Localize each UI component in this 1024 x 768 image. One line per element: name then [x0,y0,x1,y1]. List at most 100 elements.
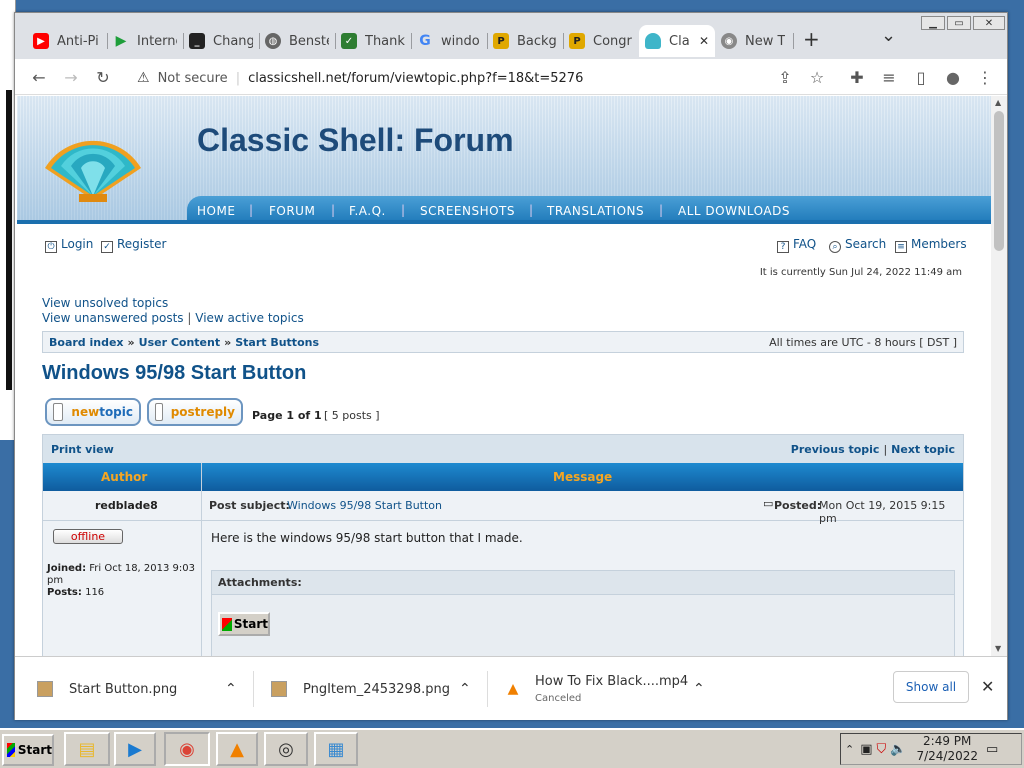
view-unanswered-link[interactable]: View unanswered posts [42,311,184,325]
side-panel-icon[interactable]: ▯ [909,65,933,89]
post-body: Here is the windows 95/98 start button t… [211,531,523,545]
scrollbar-thumb[interactable] [994,111,1004,251]
media-icon[interactable]: ≡ [877,65,901,89]
previous-topic-link[interactable]: Previous topic [791,443,880,456]
nav-home[interactable]: HOME [197,204,235,218]
post-header-row: redblade8 Post subject: Windows 95/98 St… [43,491,963,525]
download-item[interactable]: ▲ How To Fix Black....mp4 Canceled ⌃ [505,657,715,721]
topic-title[interactable]: Windows 95/98 Start Button [42,362,306,385]
scroll-down-icon[interactable]: ▼ [995,644,1001,653]
link-separator: | [187,311,192,325]
view-links-row: View unanswered posts | View active topi… [42,311,304,325]
col-message: Message [553,470,613,484]
file-manager-icon[interactable]: ▤ [64,732,110,766]
login-link[interactable]: ⏻ Login [45,237,93,253]
tab-0[interactable]: ▶ Anti-Pi [27,25,107,57]
nav-faq[interactable]: F.A.Q. [349,204,386,218]
nav-all-downloads[interactable]: ALL DOWNLOADS [678,204,790,218]
close-tab-icon[interactable]: ✕ [699,34,709,48]
breadcrumb-user-content[interactable]: User Content [139,336,220,349]
chevron-up-icon[interactable]: ⌃ [693,681,705,697]
tab-9[interactable]: ◉ New T [715,25,793,57]
nav-separator: | [529,203,534,217]
menu-icon[interactable]: ⋮ [973,65,997,89]
notifications-icon[interactable]: ▭ [986,742,998,757]
back-icon[interactable]: ← [27,65,51,89]
chevron-up-icon[interactable]: ⌃ [225,681,237,697]
nav-screenshots[interactable]: SCREENSHOTS [420,204,515,218]
start-button[interactable]: Start [2,734,54,766]
control-panel-taskbar-icon[interactable]: ▦ [314,732,358,766]
url-text[interactable]: classicshell.net/forum/viewtopic.php?f=1… [248,71,583,86]
maximize-icon[interactable]: ▭ [947,16,971,30]
nav-separator: | [659,203,664,217]
col-author: Author [101,470,148,484]
vlc-taskbar-icon[interactable]: ▲ [216,732,258,766]
media-player-icon[interactable]: ▶ [114,732,156,766]
page-scrollbar[interactable]: ▲ ▼ [991,96,1007,656]
tab-3[interactable]: ◍Benste [259,25,335,57]
address-bar[interactable]: ⚠ Not secure | classicshell.net/forum/vi… [131,64,859,92]
faq-link[interactable]: ? FAQ [777,237,816,253]
post-icon: ▭ [763,497,774,510]
tab-2[interactable]: _ Chang [183,25,259,57]
chrome-taskbar-icon[interactable]: ◉ [164,732,210,766]
bookmark-star-icon[interactable]: ☆ [805,65,829,89]
browser-toolbar: ← → ↻ ⚠ Not secure | classicshell.net/fo… [15,59,1007,95]
security-icon[interactable]: ⛉ [877,742,887,757]
tab-active-classic-shell[interactable]: Cla ✕ [639,25,715,57]
post-reply-button[interactable]: post reply [147,398,243,426]
register-link[interactable]: ✓ Register [101,237,166,253]
search-link[interactable]: ⌕ Search [829,237,886,253]
close-shelf-icon[interactable]: ✕ [981,677,994,696]
nav-separator: | [249,203,254,217]
tab-5[interactable]: Gwindo [411,25,487,57]
forward-icon[interactable]: → [59,65,83,89]
members-link[interactable]: ≡ Members [895,237,967,253]
share-icon[interactable]: ⇪ [773,65,797,89]
view-unsolved-link[interactable]: View unsolved topics [42,296,168,310]
tab-6[interactable]: P Backg [487,25,563,57]
chevron-up-icon[interactable]: ⌃ [459,681,471,697]
post-author[interactable]: redblade8 [95,499,158,512]
new-tab-button[interactable]: + [803,27,820,51]
post-subject[interactable]: Windows 95/98 Start Button [287,499,442,512]
nav-separator: | [401,203,406,217]
new-topic-button[interactable]: new topic [45,398,141,426]
extensions-icon[interactable]: ✚ [845,65,869,89]
reload-icon[interactable]: ↻ [91,65,115,89]
recorder-taskbar-icon[interactable]: ◎ [264,732,308,766]
attachment-start-button-image[interactable]: Start [218,612,270,636]
joined-label: Joined: [47,563,87,574]
next-topic-link[interactable]: Next topic [891,443,955,456]
png-icon: P [569,33,585,49]
site-title: Classic Shell: Forum [197,122,514,158]
show-all-button[interactable]: Show all [893,671,969,703]
post-subject-label: Post subject: [209,499,290,512]
volume-icon[interactable]: 🔈 [890,742,906,757]
system-tray: ⌃ ▣ ⛉ 🔈 2:49 PM 7/24/2022 ▭ [840,733,1022,765]
close-window-icon[interactable]: ✕ [973,16,1005,30]
tab-7[interactable]: P Congr [563,25,639,57]
chevron-up-icon[interactable]: ⌃ [845,743,854,756]
scroll-up-icon[interactable]: ▲ [995,98,1001,107]
download-item[interactable]: PngItem_2453298.png ⌃ [271,657,481,721]
breadcrumb-start-buttons[interactable]: Start Buttons [235,336,319,349]
tab-4[interactable]: ✓ Thank [335,25,411,57]
print-view-link[interactable]: Print view [51,443,114,456]
download-item[interactable]: Start Button.png ⌃ [37,657,247,721]
classic-shell-logo [45,140,141,202]
current-time: It is currently Sun Jul 24, 2022 11:49 a… [759,267,962,278]
nav-forum[interactable]: FORUM [269,204,315,218]
tab-search-button[interactable]: ⌄ [881,25,896,46]
network-icon[interactable]: ▣ [860,742,872,757]
view-active-link[interactable]: View active topics [195,311,303,325]
minimize-icon[interactable]: ▁ [921,16,945,30]
clock[interactable]: 2:49 PM 7/24/2022 [916,734,978,764]
breadcrumb-board-index[interactable]: Board index [49,336,124,349]
profile-icon[interactable]: ● [941,65,965,89]
google-icon: G [419,33,431,49]
tab-1[interactable]: ▶Interne [107,25,183,57]
login-icon: ⏻ [45,241,57,253]
nav-translations[interactable]: TRANSLATIONS [547,204,644,218]
